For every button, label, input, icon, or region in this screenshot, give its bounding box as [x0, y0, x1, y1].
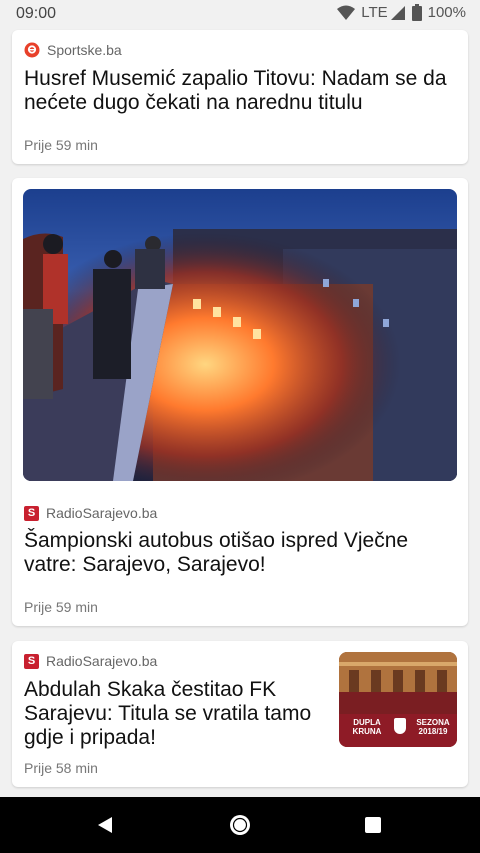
- timestamp: Prije 58 min: [24, 760, 98, 776]
- navigation-bar: [0, 797, 480, 853]
- recents-button[interactable]: [348, 797, 398, 853]
- signal-icon: [390, 5, 405, 20]
- source-name: Sportske.ba: [47, 42, 122, 58]
- thumbnail-banner-left: DUPLA KRUNA: [352, 718, 382, 736]
- source-name: RadioSarajevo.ba: [46, 653, 158, 669]
- fire-crowd-image: [23, 189, 457, 481]
- network-type: LTE: [361, 4, 388, 21]
- back-icon: [98, 817, 112, 833]
- home-button[interactable]: [215, 797, 265, 853]
- recents-icon: [365, 817, 381, 833]
- battery-level: 100%: [427, 4, 466, 21]
- thumbnail-banner-right: SEZONA 2018/19: [416, 718, 450, 736]
- sportske-logo-icon: [24, 42, 40, 58]
- source-row: S RadioSarajevo.ba: [24, 653, 157, 669]
- source-row: Sportske.ba: [24, 42, 122, 58]
- news-card[interactable]: S RadioSarajevo.ba Šampionski autobus ot…: [12, 178, 468, 626]
- battery-icon: [411, 4, 422, 21]
- status-time: 09:00: [16, 5, 57, 22]
- headline[interactable]: Husref Musemić zapalio Titovu: Nadam se …: [24, 67, 456, 115]
- back-button[interactable]: [80, 797, 130, 853]
- news-card[interactable]: Sportske.ba Husref Musemić zapalio Titov…: [12, 30, 468, 164]
- source-name: RadioSarajevo.ba: [46, 505, 158, 521]
- home-icon: [230, 815, 250, 835]
- article-image[interactable]: [23, 189, 457, 481]
- wifi-icon: [337, 5, 356, 20]
- headline[interactable]: Šampionski autobus otišao ispred Vječne …: [24, 529, 456, 577]
- radiosarajevo-logo-icon: S: [24, 505, 39, 521]
- source-row: S RadioSarajevo.ba: [24, 505, 157, 521]
- headline[interactable]: Abdulah Skaka čestitao FK Sarajevu: Titu…: [24, 678, 324, 750]
- timestamp: Prije 59 min: [24, 137, 98, 153]
- article-thumbnail[interactable]: DUPLA KRUNA SEZONA 2018/19: [339, 652, 457, 747]
- status-icons: LTE 100%: [337, 4, 466, 21]
- thumbnail-crest-icon: [394, 718, 406, 734]
- status-bar: 09:00 LTE 100%: [0, 0, 480, 28]
- timestamp: Prije 59 min: [24, 599, 98, 615]
- radiosarajevo-logo-icon: S: [24, 653, 39, 669]
- news-card[interactable]: S RadioSarajevo.ba Abdulah Skaka čestita…: [12, 641, 468, 787]
